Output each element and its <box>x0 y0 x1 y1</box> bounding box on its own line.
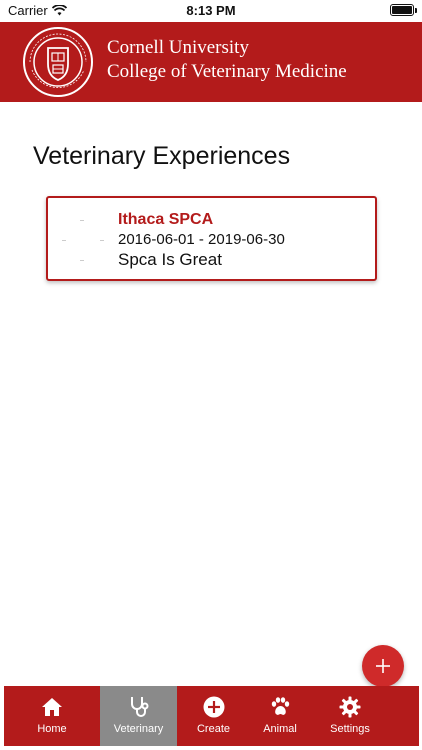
college-name: College of Veterinary Medicine <box>107 61 347 82</box>
stethoscope-icon <box>130 697 148 717</box>
banner-title: Cornell University College of Veterinary… <box>107 36 347 84</box>
experience-description: Spca Is Great <box>118 250 222 269</box>
tab-create[interactable]: Create <box>177 686 250 746</box>
experience-name: Ithaca SPCA <box>118 211 214 228</box>
tab-veterinary-label: Veterinary <box>113 723 164 735</box>
experience-dates: 2016-06-01 - 2019-06-30 <box>118 231 285 248</box>
gear-icon <box>339 696 361 718</box>
add-experience-button[interactable] <box>362 645 404 687</box>
experience-thumbnail <box>62 216 104 264</box>
paw-icon <box>271 697 290 715</box>
tab-home-label: Home <box>37 723 67 735</box>
tab-create-label: Create <box>196 723 231 735</box>
page-title: Veterinary Experiences <box>33 142 291 170</box>
tab-home[interactable]: Home <box>4 686 100 746</box>
plus-icon <box>376 659 390 673</box>
tab-animal-label: Animal <box>263 723 297 735</box>
university-name: Cornell University <box>107 37 249 58</box>
bottom-strip <box>0 746 422 750</box>
tab-settings-label: Settings <box>330 723 370 735</box>
status-time: 8:13 PM <box>186 3 236 18</box>
tab-veterinary[interactable]: Veterinary <box>100 686 177 746</box>
cornell-seal-logo <box>23 27 93 97</box>
header-banner: Cornell University College of Veterinary… <box>0 22 422 102</box>
tab-settings[interactable]: Settings <box>310 686 390 746</box>
tab-bar: Home Veterinary Create Animal Settings <box>4 686 419 746</box>
plus-circle-icon <box>203 696 224 718</box>
home-icon <box>42 698 62 716</box>
status-bar: Carrier 8:13 PM <box>0 0 422 22</box>
experience-details: Ithaca SPCA 2016-06-01 - 2019-06-30 Spca… <box>118 210 285 271</box>
tab-animal[interactable]: Animal <box>250 686 310 746</box>
battery-icon <box>390 4 417 16</box>
experience-card[interactable]: Ithaca SPCA 2016-06-01 - 2019-06-30 Spca… <box>46 196 377 281</box>
